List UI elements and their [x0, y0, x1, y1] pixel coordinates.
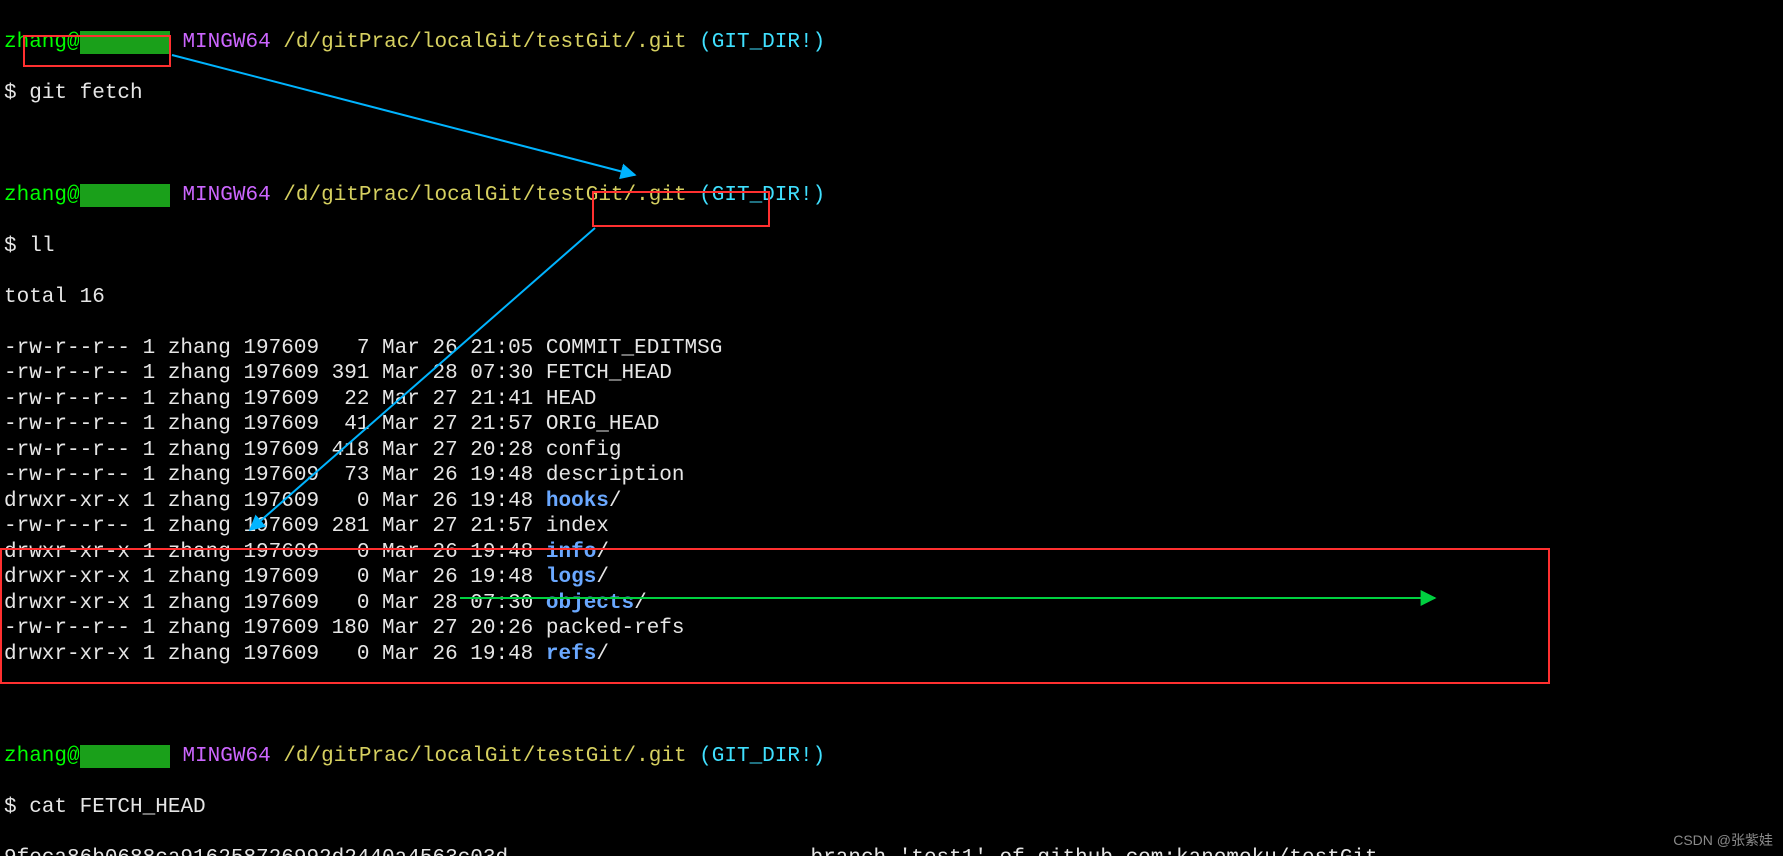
blank-1: [4, 132, 1779, 158]
blank-2: [4, 693, 1779, 719]
watermark: CSDN @张紫娃: [1673, 830, 1773, 850]
cmd-line-2: $ ll: [4, 234, 1779, 260]
ll-filename: refs: [546, 643, 596, 666]
cmd-ll: ll: [29, 235, 54, 258]
ll-total: total 16: [4, 285, 1779, 311]
ll-filename: HEAD: [546, 388, 596, 411]
cmd-line-3: $ cat FETCH_HEAD: [4, 795, 1779, 821]
ll-filename: config: [546, 439, 622, 462]
prompt-path: /d/gitPrac/localGit/testGit/.git: [283, 31, 686, 54]
cmd-cat-fetch-head: cat FETCH_HEAD: [29, 796, 205, 819]
ll-listing: -rw-r--r-- 1 zhang 197609 7 Mar 26 21:05…: [4, 336, 1779, 668]
fetch-head-output: 9feca86b0688ca916258726992d2440a4563c03d…: [4, 846, 1779, 856]
prompt-user: zhang: [4, 31, 67, 54]
ll-row: drwxr-xr-x 1 zhang 197609 0 Mar 28 07:30…: [4, 591, 1779, 617]
ll-filename: COMMIT_EDITMSG: [546, 337, 722, 360]
cmd-git-fetch: git fetch: [29, 82, 142, 105]
terminal[interactable]: zhang@ MINGW64 /d/gitPrac/localGit/testG…: [0, 0, 1783, 856]
ll-row: -rw-r--r-- 1 zhang 197609 391 Mar 28 07:…: [4, 361, 1779, 387]
ll-filename: logs: [546, 566, 596, 589]
ll-filename: index: [546, 515, 609, 538]
prompt-host-redacted: [80, 31, 170, 54]
ll-row: drwxr-xr-x 1 zhang 197609 0 Mar 26 19:48…: [4, 489, 1779, 515]
ll-filename: hooks: [546, 490, 609, 513]
prompt-shell: MINGW64: [182, 31, 270, 54]
cmd-line-1: $ git fetch: [4, 81, 1779, 107]
ll-row: -rw-r--r-- 1 zhang 197609 281 Mar 27 21:…: [4, 514, 1779, 540]
ll-row: -rw-r--r-- 1 zhang 197609 180 Mar 27 20:…: [4, 616, 1779, 642]
ll-row: drwxr-xr-x 1 zhang 197609 0 Mar 26 19:48…: [4, 540, 1779, 566]
ll-row: -rw-r--r-- 1 zhang 197609 41 Mar 27 21:5…: [4, 412, 1779, 438]
prompt-line-1: zhang@ MINGW64 /d/gitPrac/localGit/testG…: [4, 30, 1779, 56]
prompt-suffix: (GIT_DIR!): [699, 31, 825, 54]
ll-row: -rw-r--r-- 1 zhang 197609 7 Mar 26 21:05…: [4, 336, 1779, 362]
ll-row: drwxr-xr-x 1 zhang 197609 0 Mar 26 19:48…: [4, 565, 1779, 591]
ll-filename: objects: [546, 592, 634, 615]
ll-row: -rw-r--r-- 1 zhang 197609 73 Mar 26 19:4…: [4, 463, 1779, 489]
prompt-line-2: zhang@ MINGW64 /d/gitPrac/localGit/testG…: [4, 183, 1779, 209]
ll-filename: info: [546, 541, 596, 564]
ll-filename: packed-refs: [546, 617, 685, 640]
ll-filename: description: [546, 464, 685, 487]
annotation-arrow-1: [172, 55, 635, 175]
fetch-head-row: 9feca86b0688ca916258726992d2440a4563c03d…: [4, 846, 1779, 856]
ll-row: -rw-r--r-- 1 zhang 197609 22 Mar 27 21:4…: [4, 387, 1779, 413]
ll-row: -rw-r--r-- 1 zhang 197609 418 Mar 27 20:…: [4, 438, 1779, 464]
prompt-line-3: zhang@ MINGW64 /d/gitPrac/localGit/testG…: [4, 744, 1779, 770]
ll-filename: FETCH_HEAD: [546, 362, 672, 385]
ll-row: drwxr-xr-x 1 zhang 197609 0 Mar 26 19:48…: [4, 642, 1779, 668]
ll-filename: ORIG_HEAD: [546, 413, 659, 436]
